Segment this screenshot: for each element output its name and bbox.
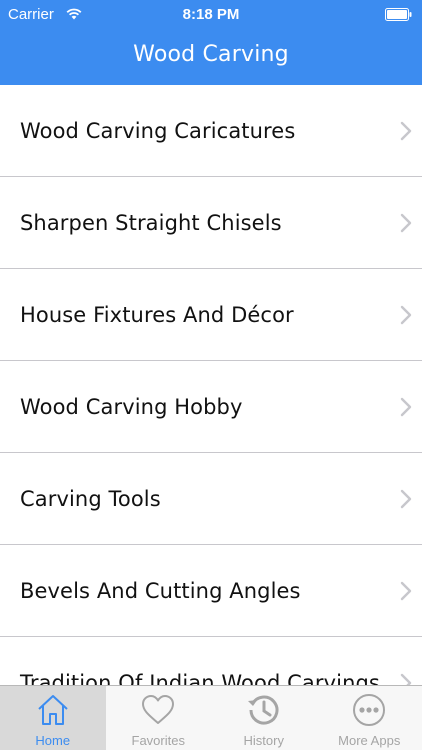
tab-label: Favorites	[131, 733, 185, 748]
tab-home[interactable]: Home	[0, 686, 106, 750]
list-item-label: Wood Carving Hobby	[20, 394, 243, 419]
battery-icon	[385, 8, 412, 21]
chevron-right-icon	[400, 397, 412, 416]
chevron-right-icon	[400, 213, 412, 232]
article-list: Wood Carving Caricatures Sharpen Straigh…	[0, 85, 422, 685]
more-icon	[353, 694, 386, 726]
list-item[interactable]: Wood Carving Caricatures	[0, 85, 422, 177]
chevron-right-icon	[400, 121, 412, 140]
tab-label: More Apps	[338, 733, 401, 748]
list-item-label: House Fixtures And Décor	[20, 302, 294, 327]
list-item-label: Sharpen Straight Chisels	[20, 210, 282, 235]
list-item[interactable]: Sharpen Straight Chisels	[0, 177, 422, 269]
list-item-label: Tradition Of Indian Wood Carvings	[20, 670, 380, 686]
chevron-right-icon	[400, 489, 412, 508]
list-item[interactable]: Bevels And Cutting Angles	[0, 545, 422, 637]
heart-icon	[142, 695, 175, 724]
list-item[interactable]: Tradition Of Indian Wood Carvings	[0, 637, 422, 685]
tab-label: Home	[35, 733, 71, 748]
chevron-right-icon	[400, 581, 412, 600]
tab-more-apps[interactable]: More Apps	[317, 686, 422, 750]
status-time: 8:18 PM	[182, 6, 240, 23]
chevron-right-icon	[400, 673, 412, 685]
tab-favorites[interactable]: Favorites	[106, 686, 212, 750]
list-item[interactable]: Carving Tools	[0, 453, 422, 545]
chevron-right-icon	[400, 305, 412, 324]
tab-label: History	[243, 733, 284, 748]
status-bar: Carrier 8:18 PM	[0, 0, 422, 30]
list-item[interactable]: House Fixtures And Décor	[0, 269, 422, 361]
list-item-label: Bevels And Cutting Angles	[20, 578, 301, 603]
home-icon	[38, 695, 68, 725]
top-bar: Carrier 8:18 PM Wood Carving	[0, 0, 422, 85]
list-item-label: Carving Tools	[20, 486, 161, 511]
page-title: Wood Carving	[133, 42, 289, 67]
list-item-label: Wood Carving Caricatures	[20, 118, 296, 143]
tab-history[interactable]: History	[211, 686, 317, 750]
app-screen: Carrier 8:18 PM Wood Carving Wood Carvin…	[0, 0, 422, 750]
list-item[interactable]: Wood Carving Hobby	[0, 361, 422, 453]
history-icon	[247, 695, 279, 725]
tab-bar: Home Favorites History More Apps	[0, 685, 422, 750]
